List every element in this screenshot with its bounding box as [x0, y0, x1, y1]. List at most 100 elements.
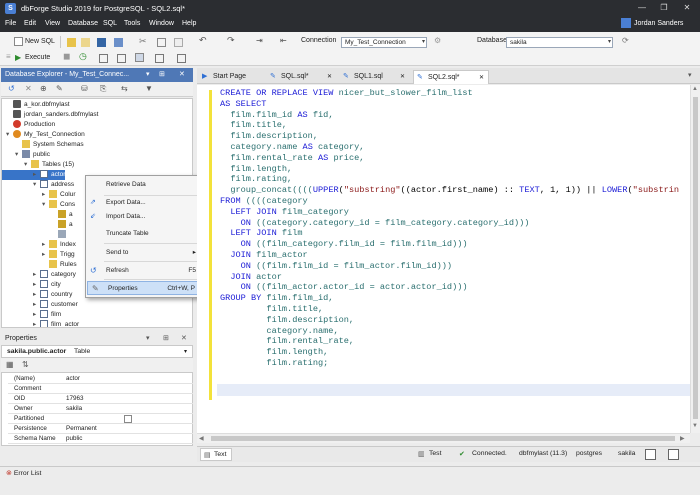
open-folder-icon[interactable]	[67, 38, 76, 47]
execute-button[interactable]: ▶ Execute	[15, 51, 50, 65]
expand-toggle-icon[interactable]: ▸	[33, 300, 40, 310]
sql-editor[interactable]: CREATE OR REPLACE VIEW nicer_but_slower_…	[197, 85, 690, 433]
sort-icon[interactable]: ⇅	[22, 360, 29, 369]
connection-select[interactable]: My_Test_Connection ▾	[341, 37, 427, 48]
tree-item[interactable]: Production	[2, 120, 192, 130]
pin-icon[interactable]: ▾	[146, 332, 150, 345]
refresh-icon[interactable]: ↺	[8, 84, 15, 93]
scroll-right-icon[interactable]: ▶	[680, 435, 685, 442]
split-icon[interactable]	[177, 54, 186, 63]
close-tab-icon[interactable]: ✕	[327, 70, 332, 84]
database-select[interactable]: sakila ▾	[506, 37, 613, 48]
scrollbar-thumb[interactable]	[693, 97, 698, 419]
auto-hide-icon[interactable]: ⊞	[159, 68, 165, 82]
tree-item[interactable]: ▾ Tables (15)	[2, 160, 192, 170]
new-sql-button[interactable]: New SQL	[14, 35, 55, 49]
menu-item-import-data[interactable]: ⇙ Import Data...	[86, 210, 206, 224]
menu-window[interactable]: Window	[149, 20, 174, 27]
tree-item[interactable]: jordan_sanders.dbfmylast	[2, 110, 192, 120]
new-connection-icon[interactable]: ⊕	[40, 84, 47, 93]
menu-file[interactable]: File	[5, 20, 16, 27]
scroll-left-icon[interactable]: ◀	[199, 435, 204, 442]
close-tab-icon[interactable]: ✕	[479, 71, 484, 85]
vertical-scrollbar[interactable]: ▲ ▼	[690, 85, 700, 433]
close-panel-icon[interactable]: ✕	[181, 332, 187, 345]
tab-sql2[interactable]: ✎ SQL2.sql* ✕	[413, 70, 489, 84]
compare-icon[interactable]: ⇆	[121, 84, 128, 93]
outdent-icon[interactable]: ⇤	[280, 36, 287, 45]
tab-sql1[interactable]: ✎ SQL1.sql ✕	[340, 70, 410, 84]
undo-icon[interactable]: ↶	[199, 35, 207, 46]
tree-item[interactable]: System Schemas	[2, 140, 192, 150]
menu-item-retrieve-data[interactable]: Retrieve Data	[86, 178, 206, 192]
menu-item-send-to[interactable]: Send to ▸	[86, 246, 206, 260]
menu-sql[interactable]: SQL	[103, 20, 117, 27]
categorized-icon[interactable]: ▦	[6, 360, 14, 369]
auto-hide-icon[interactable]: ⊞	[163, 332, 169, 345]
tree-item[interactable]: ▾ public	[2, 150, 192, 160]
execute-current-icon[interactable]: ◷	[79, 51, 87, 62]
expand-toggle-icon[interactable]: ▾	[42, 200, 49, 210]
copy-icon[interactable]	[157, 38, 166, 47]
tab-list-icon[interactable]: ▾	[688, 71, 692, 79]
filter-icon[interactable]: ▼	[145, 84, 153, 93]
stop-icon[interactable]: ◼	[63, 51, 70, 62]
save-all-icon[interactable]	[114, 38, 123, 47]
expand-toggle-icon[interactable]: ▸	[33, 280, 40, 290]
expand-toggle-icon[interactable]: ▾	[24, 160, 31, 170]
tree-item[interactable]: ▸ film_actor	[2, 320, 192, 327]
paste-icon[interactable]	[174, 38, 183, 47]
expand-toggle-icon[interactable]: ▸	[42, 190, 49, 200]
expand-toggle-icon[interactable]: ▸	[33, 290, 40, 300]
scrollbar-thumb[interactable]	[211, 436, 675, 441]
database-icon[interactable]: ⛁	[81, 84, 88, 93]
horizontal-scrollbar[interactable]: ◀ ▶	[197, 433, 690, 443]
text-view-tab[interactable]: ▤ Text	[200, 448, 232, 461]
tree-item[interactable]: a_kor.dbfmylast	[2, 100, 192, 110]
layout-icon[interactable]	[645, 449, 656, 460]
split-view-icon[interactable]	[668, 449, 679, 460]
error-list-tab[interactable]: ⊗ Error List	[6, 469, 41, 481]
expand-toggle-icon[interactable]: ▸	[33, 170, 40, 180]
menu-database[interactable]: Database	[68, 20, 98, 27]
expand-toggle-icon[interactable]: ▸	[42, 250, 49, 260]
tab-sql[interactable]: ✎ SQL.sql* ✕	[267, 70, 337, 84]
tree-item[interactable]: ▸ actor	[2, 170, 66, 180]
menu-tools[interactable]: Tools	[124, 20, 140, 27]
tree-item[interactable]: ▸ customer	[2, 300, 192, 310]
expand-toggle-icon[interactable]: ▸	[42, 240, 49, 250]
expand-toggle-icon[interactable]: ▸	[33, 270, 40, 280]
property-row[interactable]: Comment	[8, 384, 193, 394]
object-selector[interactable]: sakila.public.actor Table ▾	[1, 345, 193, 358]
property-row[interactable]: (Name) actor	[8, 374, 193, 384]
property-row[interactable]: Owner sakila	[8, 404, 193, 414]
menu-item-refresh[interactable]: ↺ Refresh F5	[86, 264, 206, 278]
tree-item[interactable]: ▾ My_Test_Connection	[2, 130, 192, 140]
expand-toggle-icon[interactable]: ▸	[33, 310, 40, 320]
menu-edit[interactable]: Edit	[24, 20, 36, 27]
database-refresh-icon[interactable]: ⟳	[622, 36, 629, 45]
layout-icon[interactable]	[155, 54, 164, 63]
redo-icon[interactable]: ↷	[227, 35, 235, 46]
property-row[interactable]: Schema Name public	[8, 434, 193, 444]
close-panel-icon[interactable]: ✕	[179, 68, 185, 82]
menu-item-truncate-table[interactable]: Truncate Table	[86, 227, 206, 241]
open-icon[interactable]	[81, 38, 90, 47]
maximize-button[interactable]: ❐	[656, 2, 672, 14]
pane-icon[interactable]	[117, 54, 126, 63]
menu-help[interactable]: Help	[182, 20, 196, 27]
close-button[interactable]: ✕	[679, 2, 695, 14]
copy-db-icon[interactable]: ⎘	[100, 84, 106, 94]
format-icon[interactable]: ≡	[6, 52, 11, 61]
sql-code[interactable]: CREATE OR REPLACE VIEW nicer_but_slower_…	[220, 88, 679, 369]
expand-toggle-icon[interactable]: ▾	[6, 130, 13, 140]
disconnect-icon[interactable]: ✕	[25, 84, 32, 93]
connection-manager-icon[interactable]: ⚙	[434, 36, 441, 45]
minimize-button[interactable]: —	[634, 2, 650, 14]
property-row[interactable]: Persistence Permanent	[8, 424, 193, 434]
scroll-down-icon[interactable]: ▼	[692, 423, 698, 429]
property-row[interactable]: Partitioned	[8, 414, 193, 424]
menu-item-export-data[interactable]: ⇗ Export Data...	[86, 196, 206, 210]
cut-icon[interactable]: ✂	[139, 36, 147, 47]
pin-icon[interactable]: ▾	[146, 68, 150, 82]
